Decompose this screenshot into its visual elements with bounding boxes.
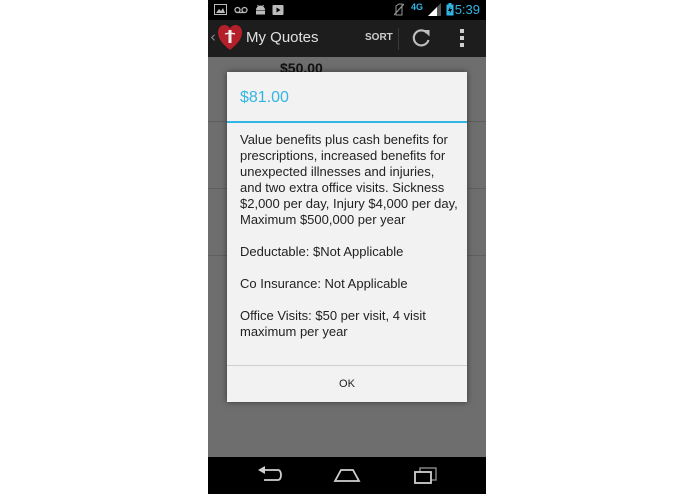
clock: 5:39 — [454, 2, 480, 17]
recents-icon[interactable] — [412, 466, 438, 484]
action-bar: ‹ My Quotes SORT — [208, 20, 486, 57]
dialog-body: Value benefits plus cash benefits for pr… — [240, 132, 458, 356]
phone-screen: 4G 5:39 ‹ My Quotes SORT $50.00 t — [208, 0, 486, 494]
network-type-label: 4G — [411, 2, 424, 12]
back-icon[interactable] — [256, 466, 284, 484]
app-logo-icon[interactable] — [218, 25, 242, 51]
refresh-icon[interactable] — [410, 27, 432, 49]
voicemail-icon — [234, 6, 248, 14]
android-icon — [256, 4, 265, 15]
sort-button[interactable]: SORT — [365, 32, 393, 43]
overflow-menu-icon[interactable] — [460, 29, 466, 49]
gallery-icon — [214, 4, 227, 15]
up-caret-icon[interactable]: ‹ — [210, 28, 216, 46]
plan-description: Value benefits plus cash benefits for pr… — [240, 132, 458, 227]
dialog-title-divider — [227, 121, 467, 123]
dialog-title: $81.00 — [240, 89, 289, 106]
signal-icon — [428, 3, 441, 16]
screen-title: My Quotes — [246, 29, 319, 46]
deductable-text: Deductable: $Not Applicable — [240, 244, 404, 259]
quote-detail-dialog: $81.00 Value benefits plus cash benefits… — [227, 72, 467, 402]
play-store-icon — [272, 5, 284, 15]
co-insurance-text: Co Insurance: Not Applicable — [240, 276, 408, 291]
office-visits-text: Office Visits: $50 per visit, 4 visit ma… — [240, 308, 426, 339]
status-bar: 4G 5:39 — [208, 0, 486, 20]
battery-icon — [446, 3, 454, 16]
home-icon[interactable] — [332, 466, 362, 484]
no-sim-icon — [394, 3, 404, 16]
action-separator — [398, 28, 399, 50]
ok-button[interactable]: OK — [227, 366, 467, 402]
navigation-bar — [208, 457, 486, 494]
